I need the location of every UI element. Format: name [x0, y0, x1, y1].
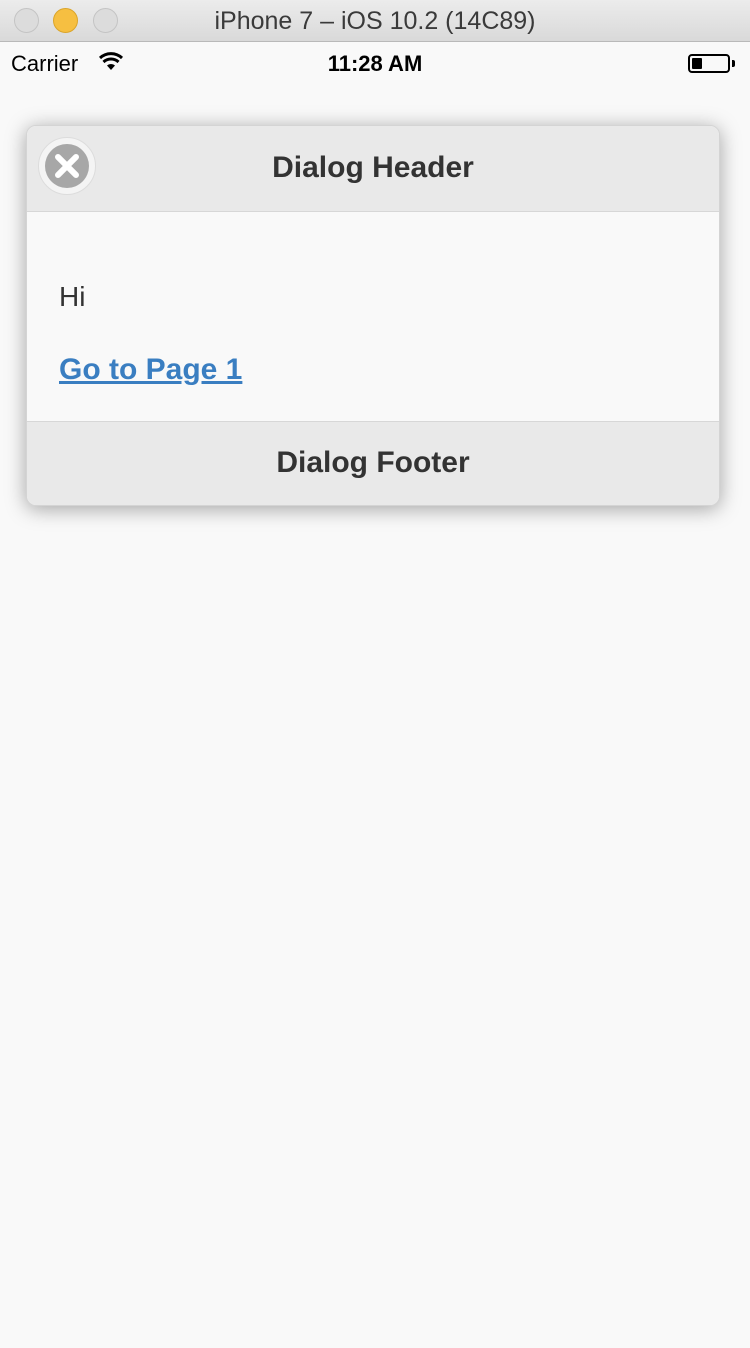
dialog-body-text: Hi [59, 281, 86, 312]
dialog-footer: Dialog Footer [27, 421, 719, 505]
window-title: iPhone 7 – iOS 10.2 (14C89) [214, 7, 536, 35]
simulator-titlebar: iPhone 7 – iOS 10.2 (14C89) [0, 0, 750, 42]
dialog-header: Dialog Header [27, 126, 719, 212]
dialog-title: Dialog Header [272, 151, 474, 184]
dialog-footer-title: Dialog Footer [276, 446, 470, 479]
battery-icon [688, 54, 730, 73]
status-time: 11:28 AM [327, 51, 423, 76]
ios-status-bar: Carrier 11:28 AM [0, 42, 750, 82]
battery-nub [732, 60, 735, 67]
dialog: Dialog Header Hi Go to Page 1 Dialog Foo… [26, 125, 720, 506]
battery-level [692, 58, 702, 69]
go-to-page-1-link[interactable]: Go to Page 1 [59, 353, 242, 387]
dialog-content: Hi Go to Page 1 [27, 213, 719, 421]
